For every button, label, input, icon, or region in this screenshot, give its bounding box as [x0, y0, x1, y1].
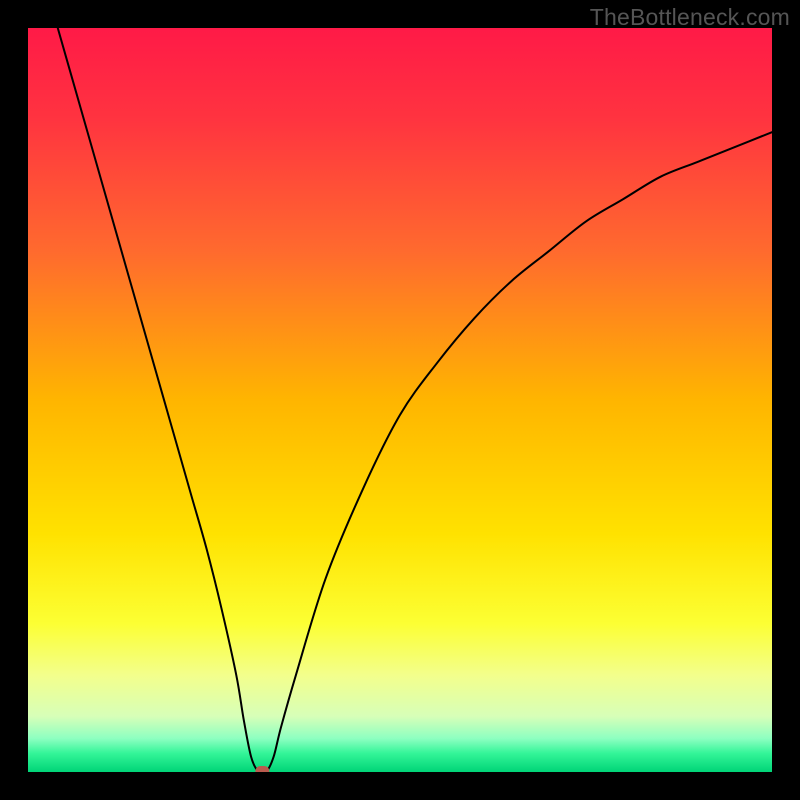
bottleneck-curve: [28, 28, 772, 772]
watermark-text: TheBottleneck.com: [590, 4, 790, 31]
optimal-point-marker: [255, 766, 269, 772]
curve-path: [58, 28, 772, 772]
plot-frame: [28, 28, 772, 772]
